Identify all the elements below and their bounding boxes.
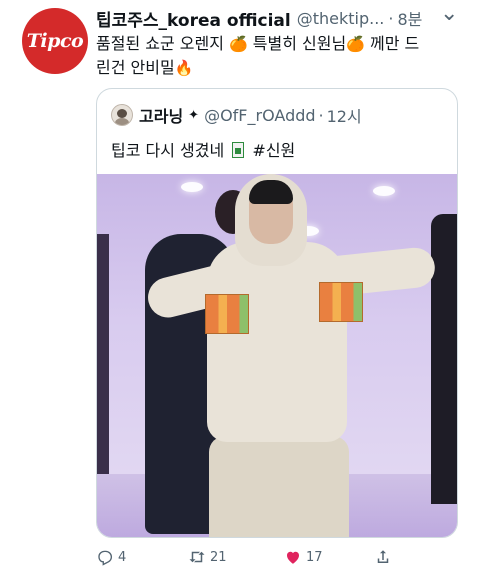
quote-timestamp: 12시 — [326, 107, 362, 126]
quote-text: 팁코 다시 생겼네 #신원 — [111, 137, 295, 161]
action-bar: 4 21 17 — [96, 544, 466, 570]
tipco-logo: Tipco — [26, 30, 84, 52]
ceiling-light — [373, 186, 395, 196]
reply-icon — [98, 550, 113, 566]
tweet[interactable]: Tipco 팁코주스_korea official @thektip... · … — [0, 0, 480, 573]
tweet-text-part: 께만 드 — [364, 34, 420, 53]
tweet-text-part: 특별히 신원님 — [247, 34, 347, 53]
quote-avatar[interactable] — [111, 104, 133, 126]
dancer-hair — [249, 180, 293, 204]
juice-pack-right — [319, 282, 363, 322]
tweet-header: 팁코주스_korea official @thektip... · 8분 — [96, 6, 466, 31]
orange-emoji-icon: 🍊 — [346, 35, 365, 53]
quote-display-name: 고라닝 — [139, 107, 184, 126]
share-button[interactable] — [374, 544, 396, 570]
retweet-button[interactable]: 21 — [188, 544, 227, 570]
quote-header: 고라닝 ✦ @OfF_rOAddd · 12시 — [111, 103, 362, 127]
wall-edge — [97, 234, 109, 474]
juice-pack-left — [205, 294, 249, 334]
quote-text-part: 팁코 다시 생겼네 — [111, 141, 225, 160]
share-icon — [377, 550, 389, 563]
tweet-text: 품절된 쇼군 오렌지 🍊 특별히 신원님🍊 께만 드 린건 안비밀🔥 — [96, 32, 456, 80]
tweet-text-part: 린건 안비밀 — [96, 58, 175, 77]
like-button[interactable]: 17 — [284, 544, 323, 570]
hashtag-link[interactable]: #신원 — [252, 141, 295, 160]
retweet-icon — [189, 551, 205, 563]
avatar[interactable]: Tipco — [22, 8, 88, 74]
quote-tweet-card[interactable]: 고라닝 ✦ @OfF_rOAddd · 12시 팁코 다시 생겼네 #신원 — [96, 88, 458, 538]
star-icon: ✦ — [188, 107, 200, 123]
separator-dot: · — [388, 8, 394, 28]
separator-dot: · — [318, 105, 324, 125]
background-person-right — [431, 214, 457, 504]
media-image[interactable] — [97, 174, 457, 537]
retweet-count: 21 — [210, 549, 227, 565]
dancer-pants — [209, 436, 349, 537]
fire-emoji-icon: 🔥 — [174, 59, 194, 77]
heart-icon — [287, 551, 299, 564]
more-options-icon[interactable]: ⌄ — [440, 2, 474, 26]
tweet-text-part: 품절된 쇼군 오렌지 — [96, 34, 230, 53]
reply-button[interactable]: 4 — [96, 544, 126, 570]
quote-handle: @OfF_rOAddd — [204, 105, 316, 125]
user-handle[interactable]: @thektip... — [297, 9, 385, 28]
display-name[interactable]: 팁코주스_korea official — [96, 6, 291, 31]
orange-emoji-icon: 🍊 — [229, 35, 248, 53]
like-count: 17 — [306, 549, 323, 565]
ceiling-light — [181, 182, 203, 192]
reply-count: 4 — [118, 549, 127, 565]
juice-box-icon — [232, 142, 245, 158]
timestamp[interactable]: 8분 — [397, 6, 422, 30]
